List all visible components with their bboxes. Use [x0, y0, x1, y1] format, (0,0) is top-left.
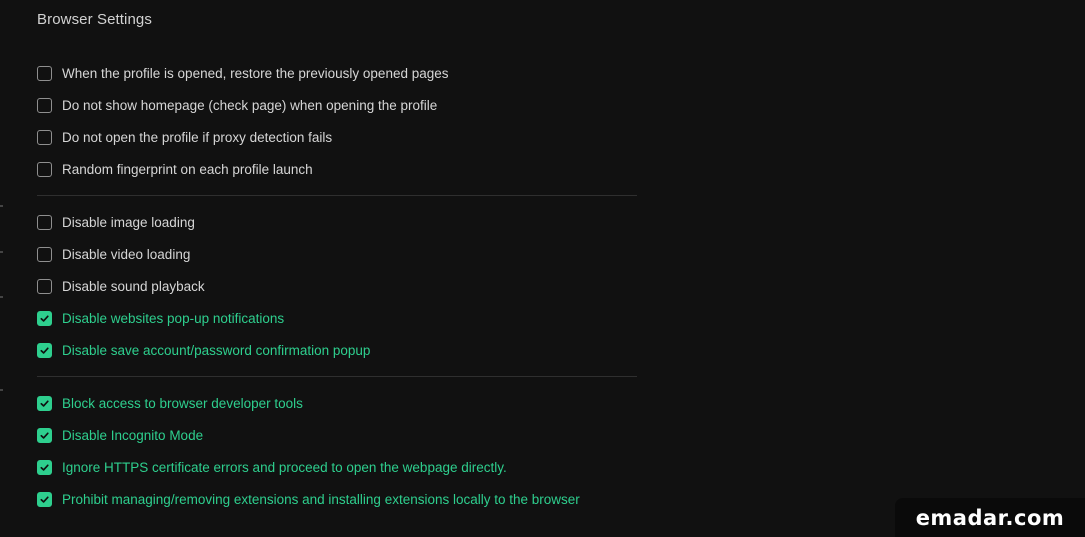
- checkmark-icon: [40, 463, 49, 471]
- checkbox[interactable]: [37, 246, 52, 262]
- checkmark-icon: [40, 399, 49, 407]
- option-label: Disable sound playback: [62, 278, 205, 294]
- section-title: Browser Settings: [37, 11, 152, 28]
- option-label: When the profile is opened, restore the …: [62, 65, 449, 81]
- checkbox[interactable]: [37, 161, 52, 177]
- option-label: Block access to browser developer tools: [62, 395, 303, 411]
- option-label: Disable Incognito Mode: [62, 427, 204, 443]
- option-label: Disable video loading: [62, 246, 191, 262]
- option-label: Prohibit managing/removing extensions an…: [62, 491, 580, 507]
- option-label: Disable save account/password confirmati…: [62, 342, 371, 358]
- checkmark-icon: [40, 495, 49, 503]
- checkmark-icon: [40, 431, 49, 439]
- option-label: Disable image loading: [62, 214, 195, 230]
- divider: [37, 195, 637, 196]
- option-disable-video-loading[interactable]: Disable video loading: [37, 244, 190, 264]
- checkbox[interactable]: [37, 427, 52, 443]
- checkbox[interactable]: [37, 491, 52, 507]
- option-label: Disable websites pop-up notifications: [62, 310, 285, 326]
- checkmark-icon: [40, 346, 49, 354]
- divider: [37, 376, 637, 377]
- option-disable-sound-playback[interactable]: Disable sound playback: [37, 276, 205, 296]
- option-restore-previous-pages[interactable]: When the profile is opened, restore the …: [37, 63, 449, 83]
- option-label: Ignore HTTPS certificate errors and proc…: [62, 459, 507, 475]
- checkbox[interactable]: [37, 97, 52, 113]
- option-prohibit-extension-management[interactable]: Prohibit managing/removing extensions an…: [37, 489, 580, 509]
- edge-mark: [0, 205, 3, 207]
- option-label: Do not show homepage (check page) when o…: [62, 97, 438, 113]
- option-ignore-https-errors[interactable]: Ignore HTTPS certificate errors and proc…: [37, 457, 507, 477]
- edge-mark: [0, 251, 3, 253]
- option-block-devtools[interactable]: Block access to browser developer tools: [37, 393, 303, 413]
- checkbox[interactable]: [37, 342, 52, 358]
- browser-settings-page: Browser Settings When the profile is ope…: [0, 0, 1085, 537]
- checkbox[interactable]: [37, 459, 52, 475]
- edge-mark: [0, 296, 3, 298]
- checkbox[interactable]: [37, 310, 52, 326]
- edge-mark: [0, 389, 3, 391]
- checkbox[interactable]: [37, 278, 52, 294]
- option-random-fingerprint[interactable]: Random fingerprint on each profile launc…: [37, 159, 313, 179]
- option-proxy-detection[interactable]: Do not open the profile if proxy detecti…: [37, 127, 332, 147]
- checkbox[interactable]: [37, 395, 52, 411]
- option-disable-popup-notifications[interactable]: Disable websites pop-up notifications: [37, 308, 284, 328]
- option-label: Random fingerprint on each profile launc…: [62, 161, 313, 177]
- checkbox[interactable]: [37, 129, 52, 145]
- option-disable-incognito[interactable]: Disable Incognito Mode: [37, 425, 203, 445]
- watermark-logo: emadar.com: [895, 498, 1085, 537]
- watermark-text: emadar.com: [915, 505, 1065, 530]
- checkbox[interactable]: [37, 214, 52, 230]
- option-label: Do not open the profile if proxy detecti…: [62, 129, 333, 145]
- checkbox[interactable]: [37, 65, 52, 81]
- option-disable-image-loading[interactable]: Disable image loading: [37, 212, 195, 232]
- option-hide-homepage[interactable]: Do not show homepage (check page) when o…: [37, 95, 437, 115]
- checkmark-icon: [40, 314, 49, 322]
- option-disable-save-password-popup[interactable]: Disable save account/password confirmati…: [37, 340, 370, 360]
